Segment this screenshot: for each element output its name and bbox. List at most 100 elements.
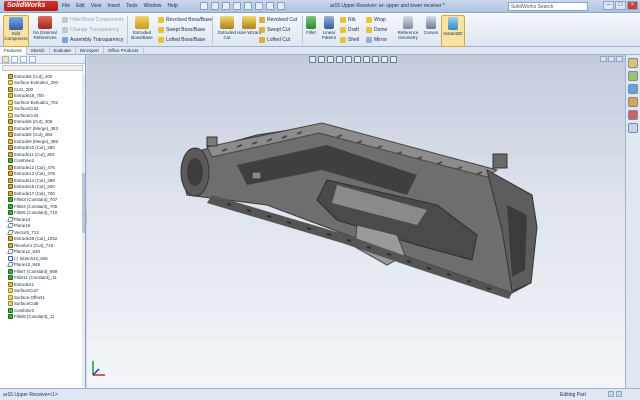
linear-pattern-button[interactable]: Linear Pattern	[319, 15, 339, 47]
hide-show-icon	[62, 17, 68, 23]
swept-boss-icon	[158, 27, 164, 33]
draft-button[interactable]: Draft	[340, 26, 359, 34]
feature-tree-scrollbar[interactable]	[82, 73, 85, 386]
3d-model[interactable]	[87, 55, 625, 388]
fillet-button[interactable]: Fillet	[303, 15, 319, 47]
hole-wizard-label: Hole Wizard	[236, 30, 262, 35]
cut-feature-icon	[8, 145, 13, 151]
shell-icon	[340, 37, 346, 43]
tab-dimxpert[interactable]: DimXpert	[76, 47, 104, 55]
view-palette-icon[interactable]	[628, 97, 638, 107]
revolved-cut-label: Revolved Cut	[267, 17, 298, 23]
options-icon[interactable]	[277, 2, 285, 10]
swept-cut-button[interactable]: Swept Cut	[259, 26, 297, 34]
assembly-transparency-icon	[62, 37, 68, 43]
print-icon[interactable]	[233, 2, 241, 10]
search-input[interactable]: SolidWorks Search	[508, 2, 588, 11]
close-button[interactable]: ×	[627, 1, 638, 10]
menu-window[interactable]: Window	[144, 3, 162, 9]
tab-office-products[interactable]: Office Products	[104, 47, 144, 55]
tree-item-label: Extrude10 (Cut)_390	[14, 145, 55, 151]
extruded-boss-button[interactable]: Extruded Boss/Base	[129, 15, 155, 47]
tree-filter-field[interactable]	[2, 65, 83, 71]
tree-item[interactable]: Fillet8 (Constant)_11	[0, 314, 84, 321]
menu-tools[interactable]: Tools	[126, 3, 138, 9]
configuration-manager-tab-icon[interactable]	[20, 56, 27, 63]
design-library-icon[interactable]	[628, 71, 638, 81]
mirror-label: Mirror	[374, 37, 388, 43]
help-icon[interactable]	[616, 391, 622, 397]
extruded-boss-label: Extruded Boss/Base	[131, 30, 153, 40]
hide-show-components-button[interactable]: Hide/Show Components	[62, 16, 124, 24]
graphics-viewport[interactable]	[87, 55, 625, 388]
barrel-bore	[187, 158, 203, 186]
tree-item-label: Cut1_200	[14, 86, 34, 92]
front-lug	[251, 171, 262, 180]
instant3d-button[interactable]: Instant3D	[441, 15, 465, 47]
revolved-boss-button[interactable]: Revolved Boss/Base	[158, 16, 212, 24]
tab-features[interactable]: Features	[0, 47, 27, 55]
custom-properties-icon[interactable]	[628, 123, 638, 133]
open-icon[interactable]	[211, 2, 219, 10]
wrap-button[interactable]: Wrap	[366, 16, 387, 24]
lofted-cut-button[interactable]: Lofted Cut	[259, 36, 297, 44]
cut-feature-icon	[8, 236, 13, 242]
no-external-references-button[interactable]: No External References	[32, 15, 58, 47]
feature-tree-tab-icon[interactable]	[2, 56, 9, 63]
curves-button[interactable]: Curves	[421, 15, 441, 47]
tree-item-label: Extrude18_700	[14, 93, 44, 99]
cut-feature-icon	[8, 190, 13, 196]
menu-view[interactable]: View	[91, 3, 102, 9]
select-icon[interactable]	[255, 2, 263, 10]
extrude-feature-icon	[8, 125, 13, 131]
maximize-button[interactable]: □	[615, 1, 626, 10]
command-manager-tabs: Features Sketch Evaluate DimXpert Office…	[0, 47, 640, 55]
lofted-cut-icon	[259, 37, 265, 43]
feature-tools-group-1: Rib Draft Shell	[340, 16, 359, 44]
appearances-icon[interactable]	[628, 110, 638, 120]
units-icon[interactable]	[608, 391, 614, 397]
menu-file[interactable]: File	[62, 3, 70, 9]
undo-icon[interactable]	[244, 2, 252, 10]
minimize-button[interactable]: –	[603, 1, 614, 10]
menu-help[interactable]: Help	[167, 3, 177, 9]
menu-insert[interactable]: Insert	[107, 3, 120, 9]
edit-component-button[interactable]: Edit Component	[3, 15, 29, 47]
tree-item-label: (-) Sketch23_846	[14, 255, 48, 261]
solidworks-resources-icon[interactable]	[628, 58, 638, 68]
lofted-boss-button[interactable]: Lofted Boss/Base	[158, 36, 212, 44]
property-manager-tab-icon[interactable]	[11, 56, 18, 63]
reference-geometry-button[interactable]: Reference Geometry	[395, 15, 421, 47]
edit-component-icon	[9, 17, 23, 30]
tree-item-label: Extrude14 (Cut)_488	[14, 177, 55, 183]
swept-boss-button[interactable]: Swept Boss/Base	[158, 26, 212, 34]
cut-feature-icon	[8, 119, 13, 125]
solidworks-logo[interactable]: SolidWorks	[4, 1, 58, 11]
menu-edit[interactable]: Edit	[76, 3, 85, 9]
combine-feature-icon	[8, 307, 13, 313]
upper-receiver-model[interactable]	[180, 122, 538, 299]
save-icon[interactable]	[222, 2, 230, 10]
new-icon[interactable]	[200, 2, 208, 10]
tree-item-label: SurfaceCut4	[14, 112, 39, 118]
tab-evaluate[interactable]: Evaluate	[50, 47, 77, 55]
assembly-transparency-button[interactable]: Assembly Transparency	[62, 36, 124, 44]
tree-item-label: Extrude9 (Merge)_388	[14, 138, 58, 144]
scroll-thumb[interactable]	[82, 173, 85, 233]
cut-feature-icon	[8, 242, 13, 248]
tree-item-label: Extrude11 (Cut)_393	[14, 151, 55, 157]
dimxpert-manager-tab-icon[interactable]	[29, 56, 36, 63]
fillet-feature-icon	[8, 203, 13, 209]
rebuild-icon[interactable]	[266, 2, 274, 10]
change-transparency-button[interactable]: Change Transparency	[62, 26, 124, 34]
rib-button[interactable]: Rib	[340, 16, 359, 24]
file-explorer-icon[interactable]	[628, 84, 638, 94]
mirror-button[interactable]: Mirror	[366, 36, 387, 44]
dome-button[interactable]: Dome	[366, 26, 387, 34]
menu-bar: File Edit View Insert Tools Window Help	[62, 3, 178, 9]
tree-item-label: Combine2	[14, 158, 35, 164]
shell-button[interactable]: Shell	[340, 36, 359, 44]
tab-sketch[interactable]: Sketch	[27, 47, 50, 55]
tree-item-label: Fillet5 (Constant)_710	[14, 210, 58, 216]
revolved-cut-button[interactable]: Revolved Cut	[259, 16, 297, 24]
